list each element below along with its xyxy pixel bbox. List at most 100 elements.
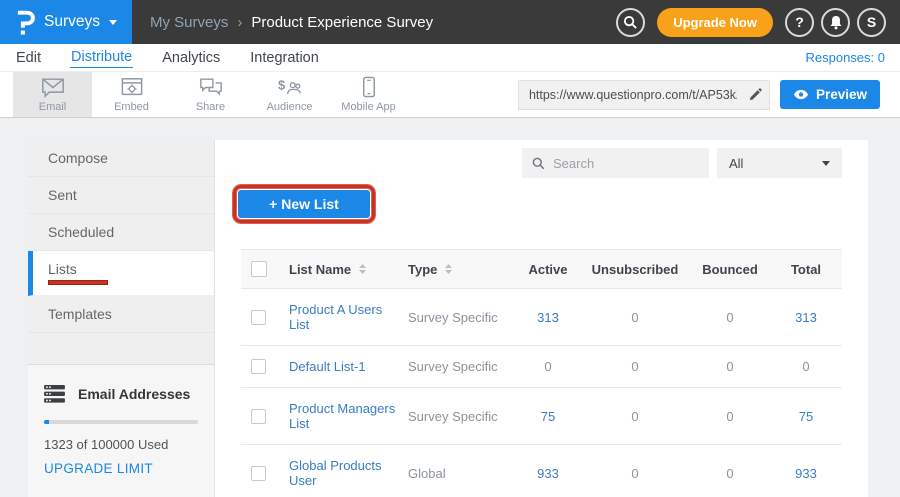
- bounced-count: 0: [690, 346, 770, 388]
- row-checkbox[interactable]: [251, 310, 266, 325]
- list-type: Global: [404, 445, 516, 497]
- bell-icon: [829, 15, 843, 30]
- email-usage-progressbar: [44, 420, 198, 424]
- upgrade-limit-link[interactable]: UPGRADE LIMIT: [44, 461, 198, 476]
- svg-text:$: $: [278, 77, 285, 92]
- toolbar-item-share[interactable]: Share: [171, 72, 250, 117]
- bounced-count: 0: [690, 289, 770, 346]
- questionpro-logo-icon: [15, 9, 35, 35]
- lists-panel: All + New List: [215, 140, 868, 497]
- survey-url-field[interactable]: [519, 88, 741, 102]
- row-checkbox[interactable]: [251, 409, 266, 424]
- bounced-count: 0: [690, 388, 770, 445]
- notifications-button[interactable]: [821, 8, 850, 37]
- email-addresses-panel: Email Addresses 1323 of 100000 Used UPGR…: [28, 364, 214, 497]
- chevron-down-icon: [109, 20, 117, 25]
- app-root: Surveys My Surveys › Product Experience …: [0, 0, 900, 497]
- sidebar-item-templates[interactable]: Templates: [28, 296, 214, 333]
- breadcrumb-parent[interactable]: My Surveys: [150, 14, 228, 31]
- embed-icon: [121, 77, 143, 98]
- avatar-initial: S: [867, 14, 876, 30]
- table-row: Default List-1 Survey Specific 0 0 0 0: [241, 346, 842, 388]
- tab-analytics[interactable]: Analytics: [161, 48, 221, 68]
- col-list-name[interactable]: List Name: [289, 262, 351, 277]
- tab-distribute[interactable]: Distribute: [70, 47, 133, 68]
- new-list-row: + New List: [233, 185, 868, 223]
- toolbar-item-audience[interactable]: $ Audience: [250, 72, 329, 117]
- toolbar-spacer: [408, 72, 518, 117]
- list-filters-row: All: [215, 140, 868, 178]
- unsubscribed-count: 0: [580, 445, 690, 497]
- total-count[interactable]: 75: [770, 388, 842, 445]
- top-bar: Surveys My Surveys › Product Experience …: [0, 0, 900, 44]
- help-button[interactable]: ?: [785, 8, 814, 37]
- toolbar-item-label: Mobile App: [341, 101, 395, 113]
- list-name-link[interactable]: Product A Users List: [285, 289, 404, 346]
- list-name-link[interactable]: Product Managers List: [285, 388, 404, 445]
- tab-edit[interactable]: Edit: [15, 48, 42, 68]
- upgrade-now-button[interactable]: Upgrade Now: [657, 8, 773, 37]
- toolbar-item-mobile-app[interactable]: Mobile App: [329, 72, 408, 117]
- lists-table: List Name Type: [241, 249, 842, 497]
- toolbar-item-label: Share: [196, 101, 225, 113]
- toolbar-item-email[interactable]: Email: [13, 72, 92, 117]
- red-annotation-underline: [48, 280, 108, 285]
- email-usage-text: 1323 of 100000 Used: [44, 437, 198, 452]
- total-count: 0: [770, 346, 842, 388]
- row-checkbox[interactable]: [251, 466, 266, 481]
- active-count[interactable]: 313: [516, 289, 580, 346]
- edit-url-button[interactable]: [741, 88, 769, 102]
- search-button[interactable]: [616, 8, 645, 37]
- list-name-link[interactable]: Global Products User: [285, 445, 404, 497]
- search-icon: [623, 15, 638, 30]
- filter-selected-value: All: [729, 156, 743, 171]
- tab-integration[interactable]: Integration: [249, 48, 320, 68]
- breadcrumb: My Surveys › Product Experience Survey: [150, 14, 433, 31]
- sidebar-item-sent[interactable]: Sent: [28, 177, 214, 214]
- list-search-input[interactable]: [553, 156, 699, 171]
- account-avatar[interactable]: S: [857, 8, 886, 37]
- preview-button[interactable]: Preview: [780, 80, 880, 109]
- sidebar-item-scheduled[interactable]: Scheduled: [28, 214, 214, 251]
- toolbar-item-label: Embed: [114, 101, 149, 113]
- content-area: Compose Sent Scheduled Lists Templates: [28, 140, 868, 497]
- row-checkbox[interactable]: [251, 359, 266, 374]
- total-count[interactable]: 933: [770, 445, 842, 497]
- audience-icon: $: [278, 77, 302, 98]
- email-addresses-title: Email Addresses: [78, 386, 190, 402]
- topbar-actions: Upgrade Now ? S: [616, 8, 886, 37]
- distribute-toolbar: Email Embed: [0, 72, 900, 118]
- toolbar-item-label: Email: [39, 101, 67, 113]
- sidebar-item-lists[interactable]: Lists: [28, 251, 214, 296]
- col-unsubscribed: Unsubscribed: [580, 250, 690, 289]
- sort-icon[interactable]: [444, 263, 453, 275]
- surveys-menu-button[interactable]: Surveys: [0, 0, 132, 44]
- chevron-down-icon: [822, 161, 830, 166]
- active-count[interactable]: 75: [516, 388, 580, 445]
- select-all-checkbox[interactable]: [251, 261, 267, 277]
- unsubscribed-count: 0: [580, 388, 690, 445]
- list-type-filter-dropdown[interactable]: All: [717, 148, 842, 178]
- col-bounced: Bounced: [690, 250, 770, 289]
- total-count[interactable]: 313: [770, 289, 842, 346]
- survey-nav: Edit Distribute Analytics Integration Re…: [0, 44, 900, 72]
- email-addresses-icon: [44, 385, 65, 403]
- list-name-link[interactable]: Default List-1: [285, 346, 404, 388]
- responses-count: Responses: 0: [806, 50, 886, 65]
- surveys-menu-label: Surveys: [44, 13, 100, 31]
- red-annotation-box: + New List: [233, 185, 375, 223]
- search-icon: [532, 157, 545, 170]
- toolbar-item-embed[interactable]: Embed: [92, 72, 171, 117]
- mobile-app-icon: [362, 76, 376, 98]
- new-list-button[interactable]: + New List: [238, 190, 370, 218]
- sort-icon[interactable]: [358, 263, 367, 275]
- preview-label: Preview: [816, 87, 867, 102]
- question-mark-icon: ?: [795, 14, 804, 30]
- sidebar-item-compose[interactable]: Compose: [28, 140, 214, 177]
- eye-icon: [793, 89, 809, 100]
- breadcrumb-current: Product Experience Survey: [251, 14, 433, 31]
- email-usage-progress-fill: [44, 420, 49, 424]
- col-type[interactable]: Type: [408, 262, 437, 277]
- active-count[interactable]: 933: [516, 445, 580, 497]
- pencil-icon: [748, 88, 762, 102]
